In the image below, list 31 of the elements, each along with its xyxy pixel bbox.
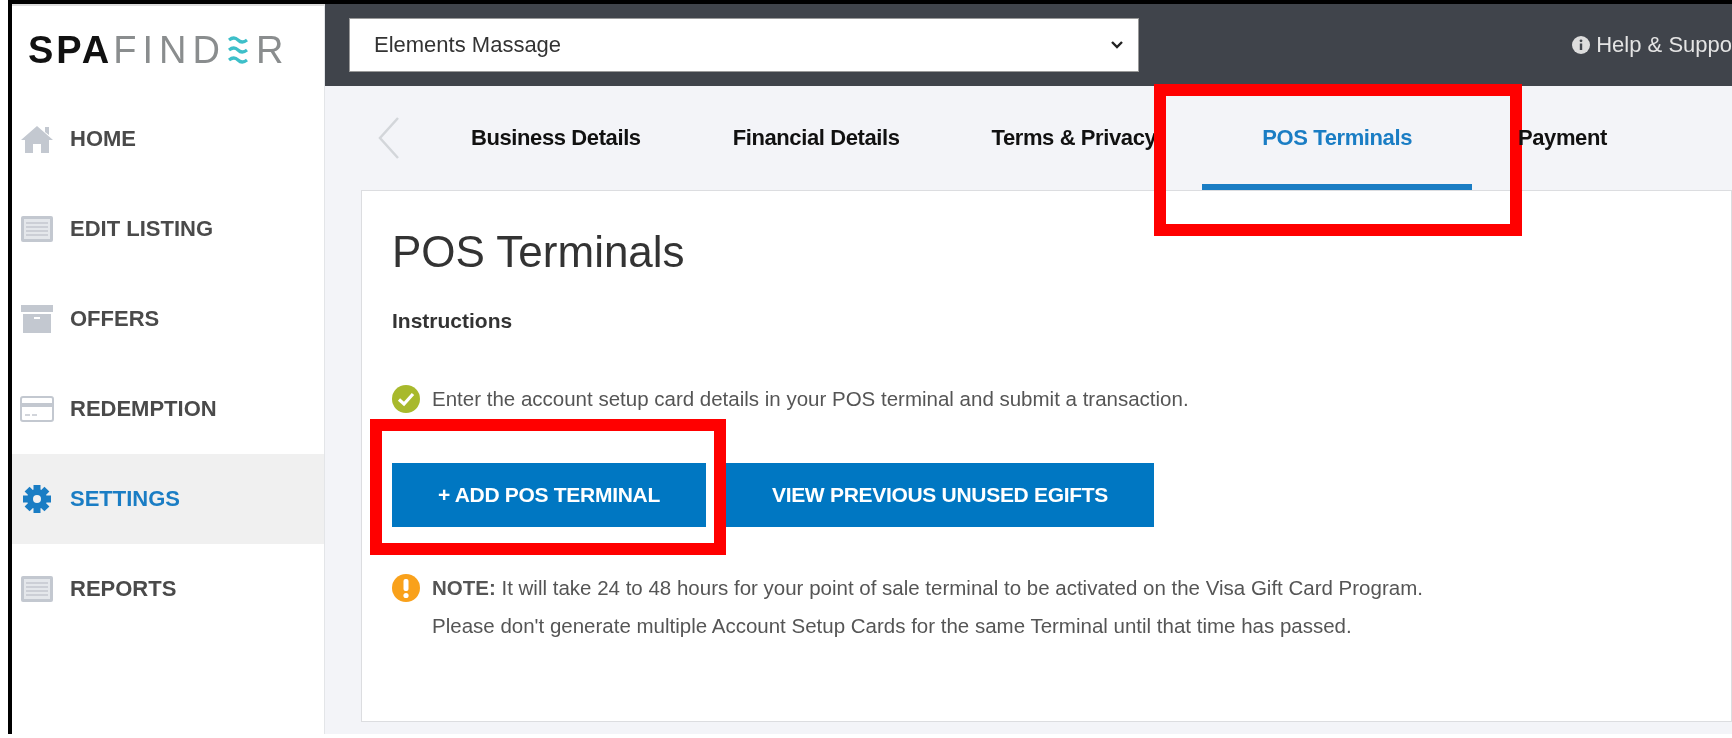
tab[interactable]: Financial Details — [686, 86, 946, 190]
action-button[interactable]: + ADD POS TERMINAL — [392, 463, 706, 527]
tab[interactable]: Business Details — [461, 86, 687, 190]
waves-icon — [227, 35, 249, 65]
chevron-down-icon — [1110, 40, 1124, 50]
note-text: NOTE: It will take 24 to 48 hours for your point of sale terminal to be activated on the Visa Gift Card Program. — [432, 575, 1423, 601]
section-label: Instructions — [392, 309, 514, 333]
credit-card-icon — [20, 394, 54, 424]
spafinder-logo[interactable]: SPA FIND R — [12, 6, 324, 94]
list-icon — [20, 214, 54, 244]
list-icon — [20, 574, 54, 604]
archive-box-icon — [20, 304, 54, 334]
sidebar-item[interactable]: HOME — [12, 94, 324, 184]
warning-icon — [392, 574, 420, 602]
sidebar-item[interactable]: REPORTS — [12, 544, 324, 634]
sidebar-item[interactable]: REDEMPTION — [12, 364, 324, 454]
sidebar-item[interactable]: OFFERS — [12, 274, 324, 364]
chevron-left-icon[interactable] — [377, 116, 401, 160]
settings-icon — [20, 484, 54, 514]
sidebar-item[interactable]: SETTINGS — [12, 454, 324, 544]
page-title: POS Terminals — [392, 227, 686, 277]
home-icon — [20, 124, 54, 154]
info-icon — [1572, 36, 1591, 54]
business-select[interactable]: Elements Massage — [349, 18, 1139, 72]
instruction-text: Enter the account setup card details in your POS terminal and submit a transaction. — [432, 387, 1189, 411]
tab[interactable]: Terms & Privacy — [945, 86, 1203, 190]
sidebar-item[interactable]: EDIT LISTING — [12, 184, 324, 274]
help-link[interactable]: Help & Suppo — [1572, 32, 1732, 58]
check-circle-icon — [392, 385, 420, 413]
action-button[interactable]: VIEW PREVIOUS UNUSED EGIFTS — [725, 463, 1155, 527]
note-text: Please don't generate multiple Account Setup Cards for the same Terminal until that time has passed. — [432, 613, 1353, 639]
